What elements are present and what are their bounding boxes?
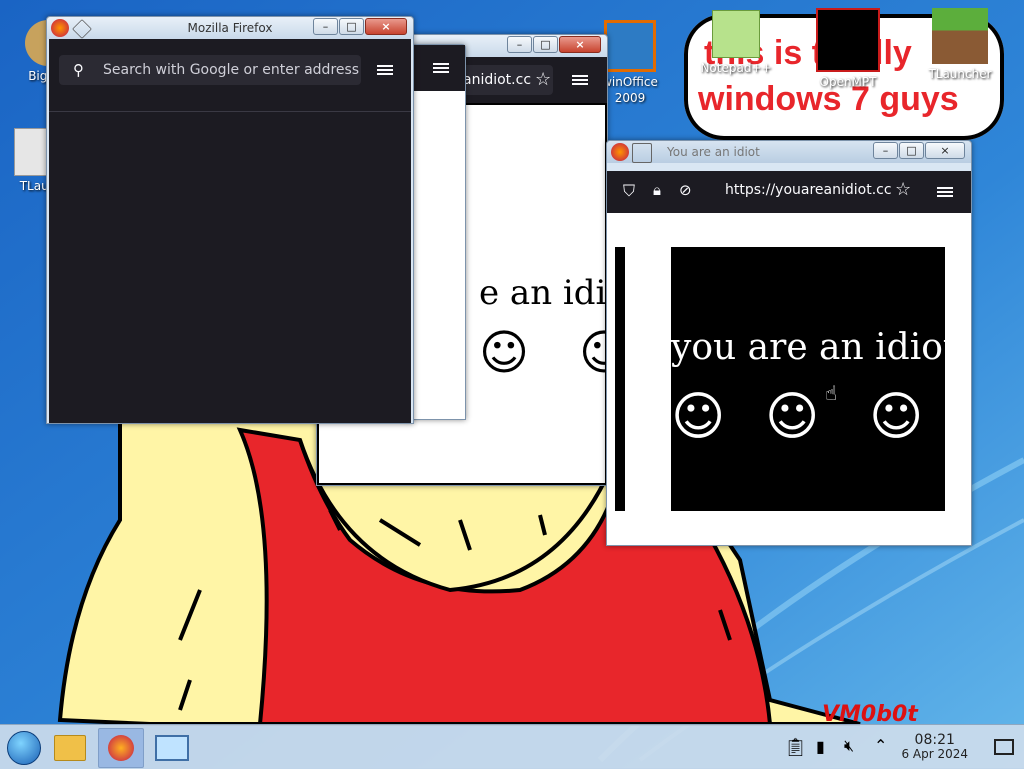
notepadpp-icon	[712, 10, 760, 58]
app-menu-icon[interactable]	[377, 63, 393, 77]
smiley-icon: ☺	[479, 325, 530, 381]
openmpt-icon	[816, 8, 880, 72]
close-button[interactable]: ×	[365, 18, 407, 35]
black-strip	[615, 247, 625, 511]
firefox-window-right[interactable]: You are an idiot – □ × ⛉ 🔒︎ ⊘ https://yo…	[606, 140, 972, 546]
office-icon	[604, 20, 656, 72]
taskbar: 📋︎ ▮ 🔇︎ ⌃ 08:21 6 Apr 2024	[0, 724, 1024, 769]
windows-orb-icon	[7, 731, 41, 765]
idiot-flash-box: you are an idiot ☺ ☺ ☺	[671, 247, 957, 511]
app-menu-icon[interactable]	[937, 185, 953, 199]
clock[interactable]: 08:21 6 Apr 2024	[901, 733, 968, 761]
smiley-icon: ☺	[765, 387, 820, 447]
minimize-button[interactable]: –	[873, 142, 898, 159]
start-button[interactable]	[2, 728, 46, 766]
firefox-icon	[611, 143, 629, 161]
lock-icon[interactable]: 🔒︎	[653, 181, 661, 199]
volume-muted-icon[interactable]: 🔇︎	[844, 736, 854, 756]
page-headline: e an idi	[479, 273, 607, 313]
window-titlebar[interactable]: Mozilla Firefox – □ ×	[47, 17, 413, 39]
firefox-icon	[108, 735, 134, 761]
window-titlebar[interactable]: You are an idiot – □ ×	[607, 141, 971, 163]
page-content: you are an idiot ☺ ☺ ☺	[607, 213, 971, 545]
maximize-button[interactable]: □	[533, 36, 558, 53]
monitor-icon	[155, 735, 189, 761]
pin-icon[interactable]	[632, 143, 652, 163]
firefox-window-front[interactable]: Mozilla Firefox – □ × ⚲ Search with Goog…	[46, 16, 414, 424]
shield-icon[interactable]: ⛉	[623, 181, 635, 201]
minimize-button[interactable]: –	[507, 36, 532, 53]
show-desktop-button[interactable]	[994, 739, 1014, 755]
hand-cursor-icon: ☝	[825, 381, 838, 405]
browser-toolbar: ⛉ 🔒︎ ⊘ https://youareanidiot.cc ☆	[607, 171, 971, 213]
taskbar-remote-desktop[interactable]	[150, 728, 194, 766]
tray-expand-icon[interactable]: ⌃	[874, 736, 887, 755]
toolbar-divider	[49, 111, 411, 112]
browser-body: ⚲ Search with Google or enter address	[49, 39, 411, 423]
app-menu-icon[interactable]	[572, 73, 588, 87]
desktop-icon-openmpt[interactable]: OpenMPT	[810, 8, 886, 90]
close-button[interactable]: ×	[925, 142, 965, 159]
url-text[interactable]: https://youareanidiot.cc	[725, 182, 892, 198]
clock-date: 6 Apr 2024	[901, 747, 968, 761]
search-placeholder: Search with Google or enter address	[103, 62, 360, 78]
folder-icon	[54, 735, 86, 761]
taskbar-file-manager[interactable]	[48, 728, 92, 766]
maximize-button[interactable]: □	[339, 18, 364, 35]
smiley-icon: ☺	[671, 387, 726, 447]
close-button[interactable]: ×	[559, 36, 601, 53]
tray-clipboard-icon[interactable]: 📋︎	[784, 737, 807, 758]
permissions-icon[interactable]: ⊘	[679, 181, 692, 199]
tray-battery-icon[interactable]: ▮	[816, 737, 825, 756]
search-input[interactable]: ⚲ Search with Google or enter address	[59, 55, 361, 85]
url-text: anidiot.cc	[463, 72, 532, 88]
desktop-icon-tlauncher[interactable]: TLauncher	[922, 8, 998, 82]
taskbar-firefox[interactable]	[98, 728, 144, 768]
search-icon: ⚲	[73, 61, 84, 79]
bookmark-star-icon[interactable]: ☆	[895, 179, 911, 200]
maximize-button[interactable]: □	[899, 142, 924, 159]
clock-time: 08:21	[914, 732, 955, 748]
minimize-button[interactable]: –	[313, 18, 338, 35]
desktop-icon-notepadpp[interactable]: Notepad++	[698, 10, 774, 76]
grass-block-icon	[932, 8, 988, 64]
bookmark-star-icon[interactable]: ☆	[535, 69, 551, 90]
smiley-icon: ☺	[869, 387, 924, 447]
browser-toolbar	[405, 45, 465, 91]
app-menu-icon[interactable]	[433, 61, 449, 75]
page-headline: you are an idiot	[671, 327, 958, 368]
